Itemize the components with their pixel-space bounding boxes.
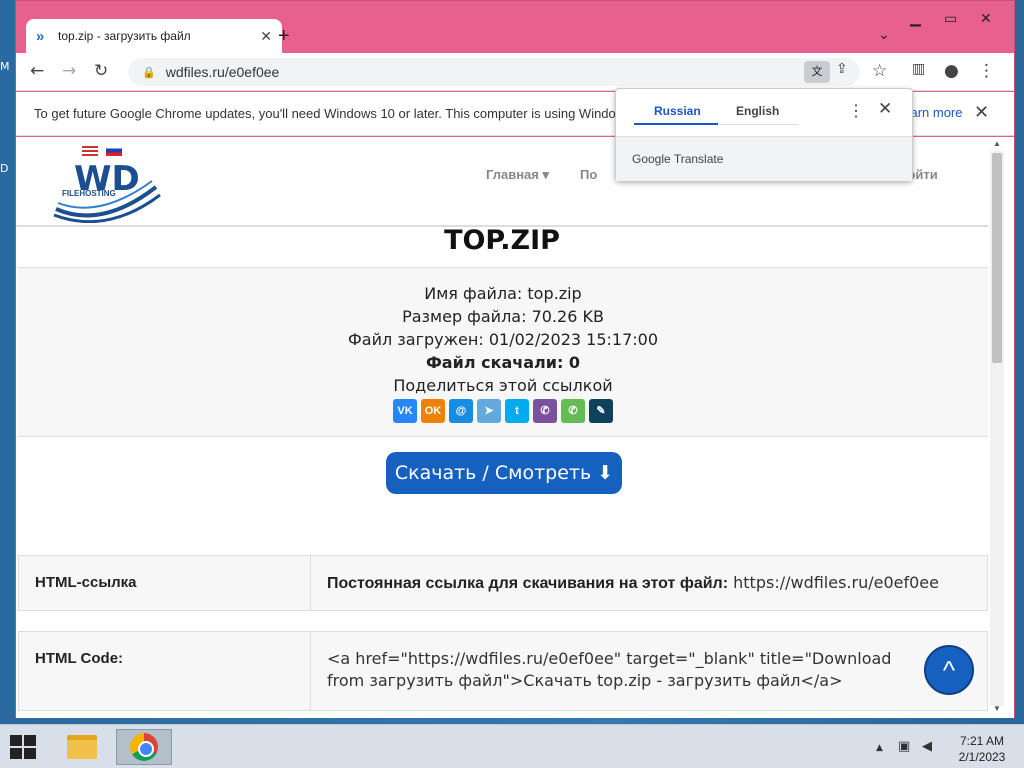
infobar-text: To get future Google Chrome updates, you… xyxy=(34,106,647,121)
scrollbar-thumb[interactable] xyxy=(992,153,1002,363)
system-clock[interactable]: 7:21 AM 2/1/2023 xyxy=(948,733,1016,765)
html-code-value[interactable]: <a href="https://wdfiles.ru/e0ef0ee" tar… xyxy=(311,632,987,692)
translate-tab-russian[interactable]: Russian xyxy=(654,104,701,118)
desktop-icon-label[interactable]: D xyxy=(0,162,8,175)
translate-footer: Google Translate xyxy=(616,136,912,181)
back-icon[interactable]: ← xyxy=(30,61,44,81)
folder-icon xyxy=(67,735,97,759)
file-title: TOP.ZIP xyxy=(444,225,560,256)
translate-close-icon[interactable]: ✕ xyxy=(878,99,892,119)
browser-tab[interactable]: » top.zip - загрузить файл ✕ xyxy=(26,19,282,53)
clock-date: 2/1/2023 xyxy=(958,750,1006,764)
html-link-value[interactable]: Постоянная ссылка для скачивания на этот… xyxy=(311,556,987,593)
network-icon[interactable]: ▣ xyxy=(898,739,910,754)
twitter-icon[interactable]: t xyxy=(505,399,529,423)
lock-icon[interactable]: 🔒 xyxy=(142,66,156,79)
nav-home[interactable]: Главная ▾ xyxy=(486,167,549,183)
us-flag-icon[interactable] xyxy=(82,145,98,156)
minimize-button[interactable]: ▁ xyxy=(910,11,921,27)
windows-logo-icon xyxy=(24,735,36,746)
windows-logo-icon xyxy=(10,748,22,759)
translate-options-icon[interactable]: ⋮ xyxy=(848,101,864,121)
translate-icon[interactable]: 文 xyxy=(804,61,830,83)
address-bar[interactable]: 🔒 wdfiles.ru/e0ef0ee 文 xyxy=(128,58,860,86)
ru-flag-icon[interactable] xyxy=(106,145,122,156)
logo-subtext: FILEHOSTING xyxy=(62,189,116,198)
tray-expand-icon[interactable]: ▲ xyxy=(876,743,883,753)
windows-logo-icon xyxy=(10,735,22,746)
file-uploaded: Файл загружен: 01/02/2023 15:17:00 xyxy=(348,330,658,349)
telegram-icon[interactable]: ➤ xyxy=(477,399,501,423)
nav-item[interactable]: По xyxy=(580,167,597,182)
tab-divider xyxy=(718,124,798,125)
browser-toolbar: ← → ↻ 🔒 wdfiles.ru/e0ef0ee 文 ⇪ ☆ ▥ ● ⋮ xyxy=(16,53,1014,91)
share-buttons: VK OK @ ➤ t ✆ ✆ ✎ xyxy=(18,399,988,423)
tab-strip: » top.zip - загрузить файл ✕ + ⌄ ▁ ▭ ✕ xyxy=(16,1,1014,53)
file-info-panel: Имя файла: top.zip Размер файла: 70.26 K… xyxy=(18,267,988,437)
windows-start-button[interactable] xyxy=(10,735,38,761)
site-favicon-icon: » xyxy=(36,27,45,45)
active-tab-underline xyxy=(634,123,718,125)
file-name: Имя файла: top.zip xyxy=(424,284,582,303)
odnoklassniki-icon[interactable]: OK xyxy=(421,399,445,423)
livejournal-icon[interactable]: ✎ xyxy=(589,399,613,423)
site-logo[interactable]: WD FILEHOSTING xyxy=(52,159,162,223)
translate-popup: Russian English ⋮ ✕ Google Translate xyxy=(615,88,913,181)
menu-kebab-icon[interactable]: ⋮ xyxy=(978,61,995,81)
reload-icon[interactable]: ↻ xyxy=(94,61,108,81)
desktop-icon-label[interactable]: M xyxy=(0,60,10,73)
profile-avatar-icon[interactable]: ● xyxy=(944,61,959,81)
windows-logo-icon xyxy=(24,748,36,759)
file-explorer-button[interactable] xyxy=(60,729,104,765)
new-tab-button[interactable]: + xyxy=(278,25,290,48)
html-code-row: HTML Code: <a href="https://wdfiles.ru/e… xyxy=(18,631,988,711)
clock-time: 7:21 AM xyxy=(959,734,1005,748)
forward-icon[interactable]: → xyxy=(62,61,76,81)
whatsapp-icon[interactable]: ✆ xyxy=(561,399,585,423)
scroll-to-top-button[interactable]: ^ xyxy=(924,645,974,695)
volume-icon[interactable]: ◀ xyxy=(922,739,932,754)
permalink-url: https://wdfiles.ru/e0ef0ee xyxy=(728,573,939,592)
chrome-window: » top.zip - загрузить файл ✕ + ⌄ ▁ ▭ ✕ ←… xyxy=(15,0,1015,718)
html-code-label: HTML Code: xyxy=(19,632,311,710)
file-size: Размер файла: 70.26 KB xyxy=(402,307,604,326)
html-link-label: HTML-ссылка xyxy=(19,556,311,610)
permalink-label: Постоянная ссылка для скачивания на этот… xyxy=(327,575,729,592)
taskbar: ▲ ▣ ◀ 7:21 AM 2/1/2023 xyxy=(0,724,1024,768)
infobar-close-icon[interactable]: ✕ xyxy=(974,102,989,123)
url-text: wdfiles.ru/e0ef0ee xyxy=(165,64,280,80)
chrome-taskbar-button[interactable] xyxy=(116,729,172,765)
web-page: WD FILEHOSTING Главная ▾ По Войти TOP.ZI… xyxy=(16,137,1014,718)
moimir-icon[interactable]: @ xyxy=(449,399,473,423)
language-flags xyxy=(82,145,122,156)
translate-tab-english[interactable]: English xyxy=(736,104,779,118)
bookmark-star-icon[interactable]: ☆ xyxy=(872,61,887,81)
scroll-up-icon[interactable]: ▲ xyxy=(993,139,1001,148)
download-button[interactable]: Скачать / Смотреть ⬇ xyxy=(386,452,622,494)
close-window-button[interactable]: ✕ xyxy=(980,11,992,27)
viber-icon[interactable]: ✆ xyxy=(533,399,557,423)
maximize-button[interactable]: ▭ xyxy=(944,11,957,27)
page-scrollbar[interactable]: ▲ ▼ xyxy=(990,139,1004,713)
side-panel-icon[interactable]: ▥ xyxy=(912,61,925,77)
scroll-down-icon[interactable]: ▼ xyxy=(993,704,1001,713)
tab-title: top.zip - загрузить файл xyxy=(58,29,191,43)
close-tab-icon[interactable]: ✕ xyxy=(260,28,272,45)
share-label: Поделиться этой ссылкой xyxy=(393,376,613,395)
tab-search-icon[interactable]: ⌄ xyxy=(878,27,890,43)
file-downloads: Файл скачали: 0 xyxy=(425,353,581,372)
html-link-row: HTML-ссылка Постоянная ссылка для скачив… xyxy=(18,555,988,611)
share-icon[interactable]: ⇪ xyxy=(836,61,848,77)
chrome-icon xyxy=(130,733,158,761)
vk-icon[interactable]: VK xyxy=(393,399,417,423)
